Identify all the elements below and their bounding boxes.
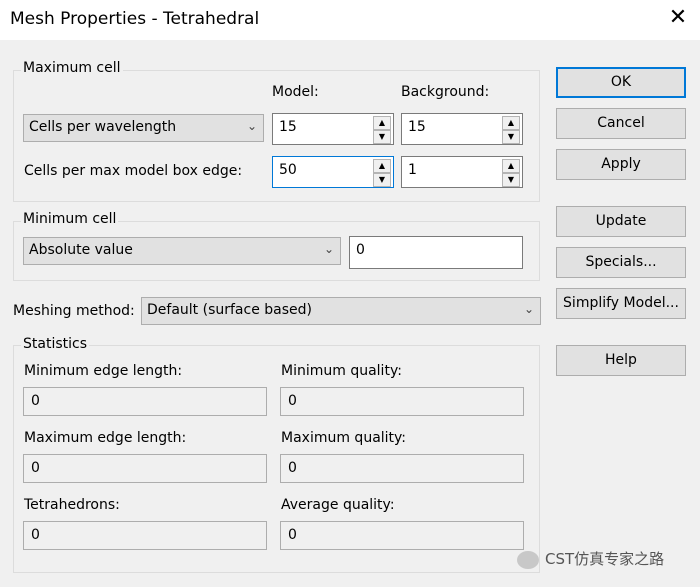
ok-button[interactable]: OK: [556, 67, 686, 98]
help-button[interactable]: Help: [556, 345, 686, 376]
max-edge-field: 0: [23, 454, 267, 483]
chevron-down-icon: ⌄: [523, 302, 534, 316]
max-quality-value: 0: [288, 460, 297, 476]
max-quality-field: 0: [280, 454, 524, 483]
min-edge-value: 0: [31, 393, 40, 409]
statistics-legend: Statistics: [21, 336, 89, 352]
background-header: Background:: [401, 84, 490, 100]
avg-quality-label: Average quality:: [281, 497, 395, 513]
window-title: Mesh Properties - Tetrahedral: [10, 9, 260, 29]
down-arrow-icon[interactable]: ▼: [502, 173, 520, 187]
box-edge-model-input[interactable]: 50 ▲ ▼: [272, 156, 394, 188]
wechat-icon: [517, 550, 539, 569]
min-cell-value: 0: [356, 242, 365, 258]
max-cell-type-select[interactable]: Cells per wavelength ⌄: [23, 114, 264, 142]
meshing-method-value: Default (surface based): [147, 302, 312, 318]
simplify-model-button[interactable]: Simplify Model...: [556, 288, 686, 319]
min-cell-legend: Minimum cell: [21, 211, 119, 227]
watermark-text: CST仿真专家之路: [545, 550, 665, 568]
min-edge-label: Minimum edge length:: [24, 363, 183, 379]
chevron-down-icon: ⌄: [246, 119, 257, 133]
min-cell-type-select[interactable]: Absolute value ⌄: [23, 237, 341, 265]
box-edge-label: Cells per max model box edge:: [24, 163, 243, 179]
min-cell-type-value: Absolute value: [29, 242, 133, 258]
meshing-method-select[interactable]: Default (surface based) ⌄: [141, 297, 541, 325]
close-icon[interactable]: ✕: [664, 4, 692, 32]
max-cell-model-value: 15: [279, 119, 297, 135]
watermark: CST仿真专家之路: [517, 548, 664, 569]
max-edge-label: Maximum edge length:: [24, 430, 187, 446]
max-quality-label: Maximum quality:: [281, 430, 407, 446]
tetrahedrons-value: 0: [31, 527, 40, 543]
tetrahedrons-label: Tetrahedrons:: [24, 497, 120, 513]
cancel-button[interactable]: Cancel: [556, 108, 686, 139]
max-cell-model-input[interactable]: 15 ▲ ▼: [272, 113, 394, 145]
down-arrow-icon[interactable]: ▼: [373, 130, 391, 144]
box-edge-background-value: 1: [408, 162, 417, 178]
box-edge-model-value: 50: [279, 162, 297, 178]
up-arrow-icon[interactable]: ▲: [502, 159, 520, 173]
min-cell-value-input[interactable]: 0: [349, 236, 523, 269]
max-edge-value: 0: [31, 460, 40, 476]
apply-button[interactable]: Apply: [556, 149, 686, 180]
chevron-down-icon: ⌄: [323, 242, 334, 256]
min-quality-label: Minimum quality:: [281, 363, 402, 379]
down-arrow-icon[interactable]: ▼: [373, 173, 391, 187]
model-header: Model:: [272, 84, 319, 100]
min-quality-value: 0: [288, 393, 297, 409]
box-edge-background-input[interactable]: 1 ▲ ▼: [401, 156, 523, 188]
tetrahedrons-field: 0: [23, 521, 267, 550]
max-cell-background-value: 15: [408, 119, 426, 135]
update-button[interactable]: Update: [556, 206, 686, 237]
avg-quality-value: 0: [288, 527, 297, 543]
max-cell-type-value: Cells per wavelength: [29, 119, 177, 135]
max-cell-legend: Maximum cell: [21, 60, 123, 76]
max-cell-background-input[interactable]: 15 ▲ ▼: [401, 113, 523, 145]
min-quality-field: 0: [280, 387, 524, 416]
up-arrow-icon[interactable]: ▲: [502, 116, 520, 130]
specials-button[interactable]: Specials...: [556, 247, 686, 278]
avg-quality-field: 0: [280, 521, 524, 550]
min-edge-field: 0: [23, 387, 267, 416]
down-arrow-icon[interactable]: ▼: [502, 130, 520, 144]
up-arrow-icon[interactable]: ▲: [373, 116, 391, 130]
meshing-method-label: Meshing method:: [13, 303, 135, 319]
up-arrow-icon[interactable]: ▲: [373, 159, 391, 173]
